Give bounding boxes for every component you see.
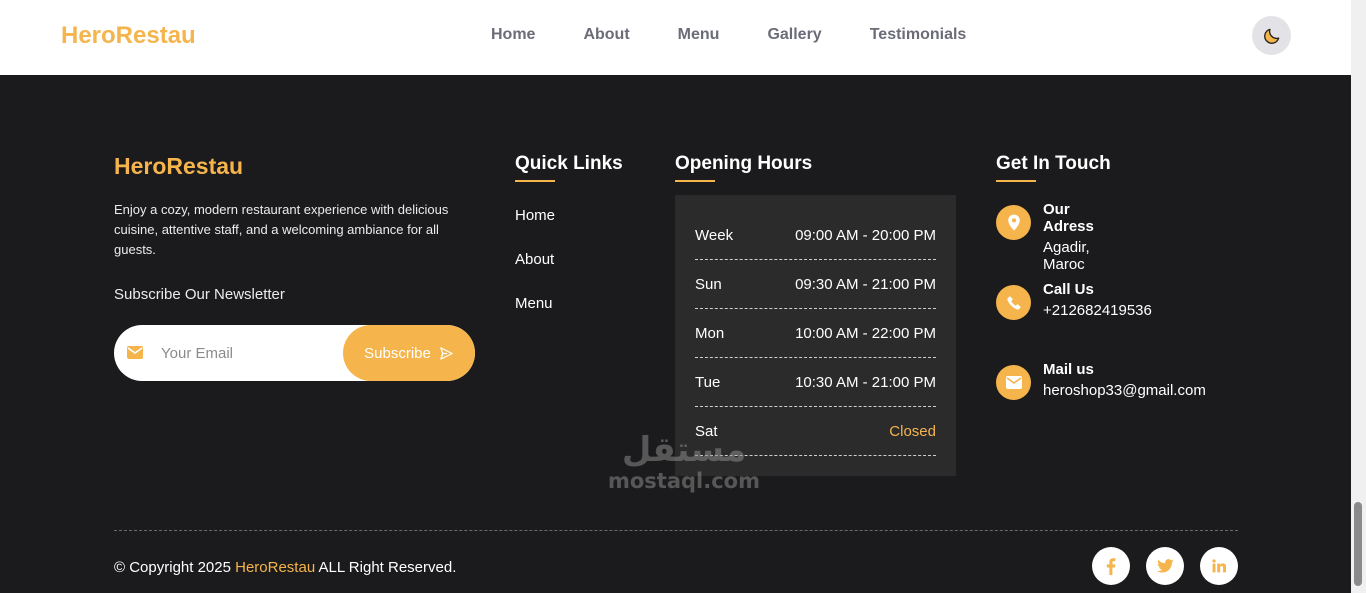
- newsletter-form: Subscribe: [114, 325, 475, 381]
- nav-link-testimonials[interactable]: Testimonials: [870, 26, 967, 44]
- newsletter-title: Subscribe Our Newsletter: [114, 286, 285, 303]
- contact-list: Our Adress Agadir, Maroc Call Us +212682…: [996, 201, 1206, 441]
- watermark-latin: mostaql.com: [608, 469, 760, 493]
- hours-row: Mon 10:00 AM - 22:00 PM: [695, 309, 936, 358]
- facebook-icon: [1106, 557, 1116, 575]
- site-logo[interactable]: HeroRestau: [61, 22, 196, 50]
- twitter-icon: [1156, 559, 1174, 573]
- hours-row: Tue 10:30 AM - 21:00 PM: [695, 358, 936, 407]
- opening-hours-title: Opening Hours: [675, 153, 813, 174]
- send-icon: [440, 346, 453, 360]
- contact-column: Get In Touch Our Adress Agadir, Maroc Ca…: [996, 153, 1206, 441]
- contact-mail: Mail us heroshop33@gmail.com: [996, 361, 1206, 441]
- hours-time: 10:00 AM - 22:00 PM: [795, 324, 936, 342]
- scrollbar-thumb[interactable]: [1354, 502, 1362, 586]
- contact-label: Mail us: [1043, 361, 1094, 378]
- top-navbar: HeroRestau Home About Menu Gallery Testi…: [0, 0, 1351, 75]
- quick-link-about[interactable]: About: [515, 238, 623, 282]
- copyright-brand[interactable]: HeroRestau: [235, 559, 315, 576]
- contact-title: Get In Touch: [996, 153, 1111, 174]
- hours-time: 09:00 AM - 20:00 PM: [795, 226, 936, 244]
- hours-row: Week 09:00 AM - 20:00 PM: [695, 211, 936, 260]
- quick-link-menu[interactable]: Menu: [515, 282, 623, 326]
- nav-link-gallery[interactable]: Gallery: [767, 26, 821, 44]
- page-scrollbar[interactable]: [1351, 0, 1366, 593]
- hours-day: Tue: [695, 373, 721, 391]
- nav-link-home[interactable]: Home: [491, 26, 535, 44]
- footer-brand-description: Enjoy a cozy, modern restaurant experien…: [114, 202, 449, 257]
- hours-time: 09:30 AM - 21:00 PM: [795, 275, 936, 293]
- nav-link-about[interactable]: About: [583, 26, 629, 44]
- hours-day: Mon: [695, 324, 725, 342]
- linkedin-icon: [1212, 559, 1226, 573]
- footer-divider: [114, 530, 1238, 531]
- contact-text: Mail us heroshop33@gmail.com: [1043, 361, 1206, 399]
- phone-icon: [996, 285, 1031, 320]
- nav-link-menu[interactable]: Menu: [678, 26, 720, 44]
- theme-toggle-button[interactable]: [1252, 16, 1291, 55]
- watermark: مستقل mostaql.com: [604, 431, 764, 493]
- contact-phone: Call Us +212682419536: [996, 281, 1152, 361]
- footer-brand-column: HeroRestau Enjoy a cozy, modern restaura…: [114, 153, 476, 381]
- contact-label: Call Us: [1043, 281, 1094, 298]
- linkedin-link[interactable]: [1200, 547, 1238, 585]
- facebook-link[interactable]: [1092, 547, 1130, 585]
- contact-value: Agadir, Maroc: [1043, 239, 1090, 273]
- copyright-prefix: © Copyright 2025: [114, 559, 236, 576]
- hours-time: 10:30 AM - 21:00 PM: [795, 373, 936, 391]
- social-links: [1092, 547, 1238, 585]
- footer: HeroRestau Enjoy a cozy, modern restaura…: [0, 75, 1351, 593]
- subscribe-label: Subscribe: [364, 344, 431, 362]
- quick-link-home[interactable]: Home: [515, 194, 623, 238]
- title-underline: [996, 180, 1036, 182]
- contact-value[interactable]: heroshop33@gmail.com: [1043, 382, 1206, 399]
- envelope-icon: [996, 365, 1031, 400]
- hours-day: Week: [695, 226, 734, 244]
- twitter-link[interactable]: [1146, 547, 1184, 585]
- hours-day: Sun: [695, 275, 722, 293]
- footer-brand-title: HeroRestau: [114, 153, 244, 179]
- contact-text: Our Adress Agadir, Maroc: [1043, 201, 1111, 273]
- contact-label: Our Adress: [1043, 201, 1094, 235]
- hours-time-closed: Closed: [889, 422, 936, 440]
- quick-links-title: Quick Links: [515, 153, 623, 174]
- title-underline: [515, 180, 555, 182]
- watermark-arabic: مستقل: [621, 430, 747, 470]
- moon-icon: [1263, 28, 1279, 44]
- map-pin-icon: [996, 205, 1031, 240]
- email-input[interactable]: [161, 333, 341, 373]
- opening-hours-column: Opening Hours Week 09:00 AM - 20:00 PM S…: [675, 153, 956, 476]
- hours-row: Sun 09:30 AM - 21:00 PM: [695, 260, 936, 309]
- quick-links-column: Quick Links Home About Menu: [515, 153, 623, 326]
- main-nav: Home About Menu Gallery Testimonials: [491, 26, 1014, 44]
- title-underline: [675, 180, 715, 182]
- envelope-icon: [127, 346, 143, 359]
- contact-value: +212682419536: [1043, 302, 1152, 319]
- contact-text: Call Us +212682419536: [1043, 281, 1152, 319]
- copyright-suffix: ALL Right Reserved.: [315, 559, 457, 576]
- contact-address: Our Adress Agadir, Maroc: [996, 201, 1111, 281]
- subscribe-button[interactable]: Subscribe: [343, 325, 475, 381]
- quick-links-list: Home About Menu: [515, 194, 623, 326]
- copyright-text: © Copyright 2025 HeroRestau ALL Right Re…: [114, 559, 456, 576]
